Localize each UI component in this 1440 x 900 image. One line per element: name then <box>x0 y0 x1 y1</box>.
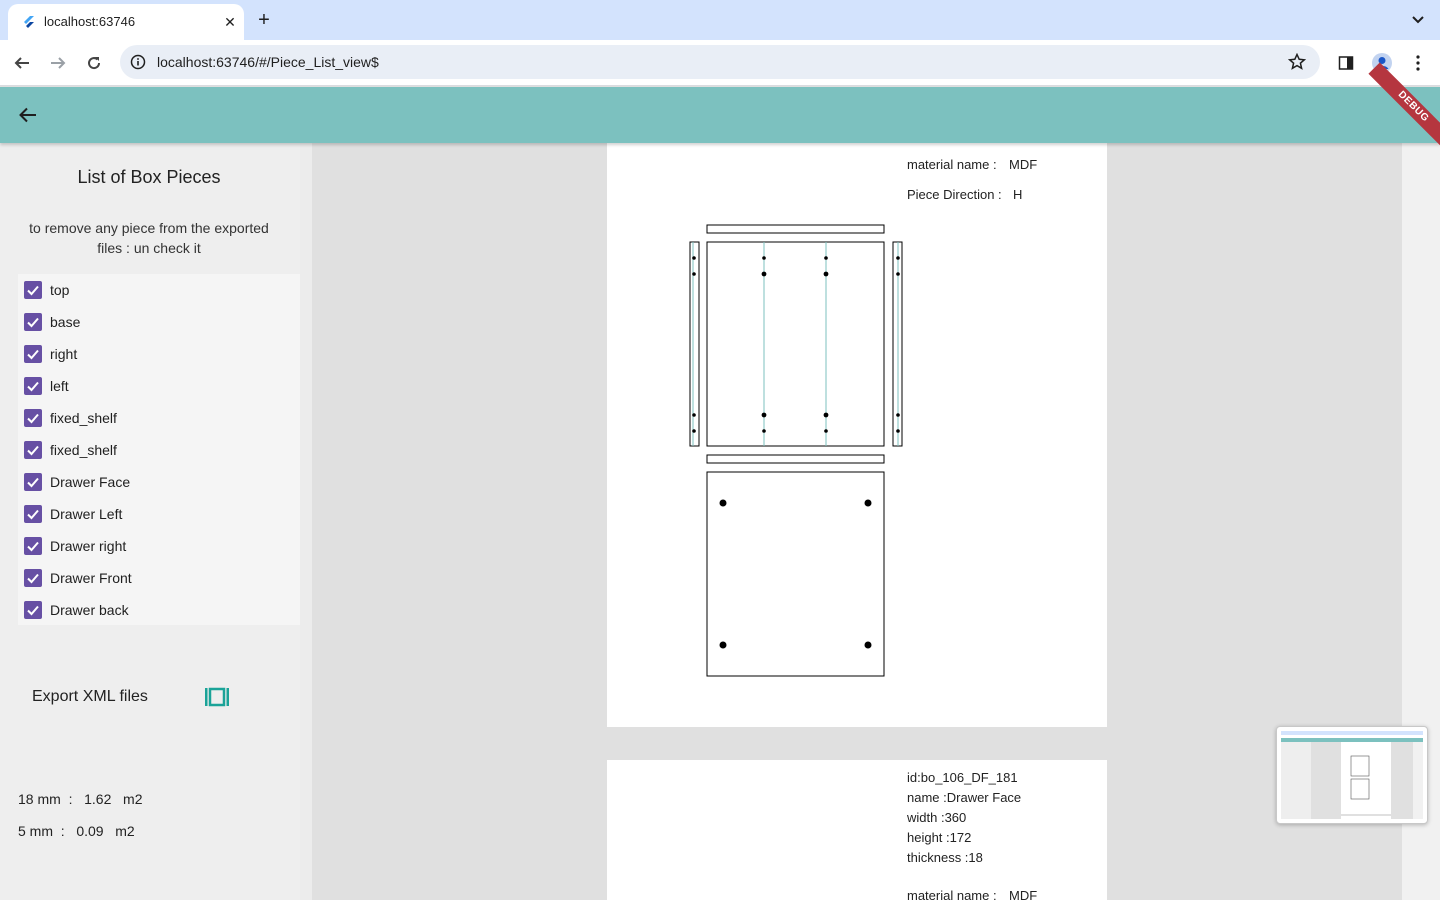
app-bar: DEBUG <box>0 62 1440 152</box>
checkbox-checked-icon[interactable] <box>24 473 42 491</box>
piece-item[interactable]: left <box>18 370 300 402</box>
site-info-icon[interactable] <box>130 54 146 70</box>
checkbox-checked-icon[interactable] <box>24 313 42 331</box>
sidebar-title: List of Box Pieces <box>77 167 221 187</box>
reload-icon[interactable] <box>82 51 106 75</box>
piece-label: Drawer Left <box>50 506 123 522</box>
sidebar: List of Box Pieces to remove any piece f… <box>0 143 300 900</box>
material-name-value: MDF <box>1009 888 1038 900</box>
back-arrow-icon[interactable] <box>16 103 40 127</box>
side-panel-icon[interactable] <box>1334 51 1358 75</box>
side-holes <box>692 256 900 433</box>
browser-toolbar: localhost:63746/#/Piece_List_view$ <box>0 40 1440 86</box>
box-piece-drawing <box>689 224 903 677</box>
piece-label: Drawer Face <box>50 474 131 490</box>
browser-tab[interactable]: localhost:63746 ✕ <box>8 4 244 40</box>
address-bar[interactable]: localhost:63746/#/Piece_List_view$ <box>120 45 1320 79</box>
stat-18mm: 18 mm : 1.62 m2 <box>18 791 143 807</box>
drawer-face-piece <box>706 471 885 677</box>
piece-list-view[interactable]: material name : MDF Piece Direction : H <box>312 143 1402 900</box>
piece-item[interactable]: base <box>18 306 300 338</box>
material-name-label: material name : <box>907 888 997 900</box>
piece-label: Drawer back <box>50 602 129 618</box>
piece-item[interactable]: fixed_shelf <box>18 402 300 434</box>
url-text: localhost:63746/#/Piece_List_view$ <box>157 54 379 70</box>
checkbox-checked-icon[interactable] <box>24 377 42 395</box>
piece-item[interactable]: Drawer back <box>18 594 300 626</box>
sidebar-hint: to remove any piece from the exported fi… <box>29 220 269 256</box>
browser-forward-icon[interactable] <box>46 51 70 75</box>
piece-label: fixed_shelf <box>50 410 117 426</box>
piece-label: base <box>50 314 81 330</box>
stat-5mm: 5 mm : 0.09 m2 <box>18 823 135 839</box>
checkbox-checked-icon[interactable] <box>24 281 42 299</box>
piece-width: width :360 <box>907 810 967 825</box>
preview-image <box>1281 731 1423 819</box>
flutter-icon <box>24 16 34 28</box>
piece-item[interactable]: Drawer Face <box>18 466 300 498</box>
checkbox-checked-icon[interactable] <box>24 505 42 523</box>
piece-id: id:bo_106_DF_181 <box>907 770 1018 785</box>
sidebar-divider <box>300 143 312 900</box>
piece-label: Drawer Front <box>50 570 132 586</box>
checkbox-checked-icon[interactable] <box>24 441 42 459</box>
checkbox-checked-icon[interactable] <box>24 601 42 619</box>
checkbox-checked-icon[interactable] <box>24 409 42 427</box>
export-label: Export XML files <box>32 688 148 705</box>
piece-label: left <box>50 378 69 394</box>
piece-item[interactable]: right <box>18 338 300 370</box>
piece-label: right <box>50 346 78 362</box>
new-tab-icon[interactable]: + <box>252 8 276 32</box>
top-piece <box>706 224 885 234</box>
page-preview-thumbnail[interactable] <box>1276 726 1428 824</box>
piece-name: name :Drawer Face <box>907 790 1022 805</box>
export-xml-button[interactable]: Export XML files <box>32 684 242 710</box>
piece-label: fixed_shelf <box>50 442 117 458</box>
piece-item[interactable]: Drawer Left <box>18 498 300 530</box>
piece-card: material name : MDF Piece Direction : H <box>607 143 1107 727</box>
piece-thickness: thickness :18 <box>907 850 983 865</box>
piece-card: id:bo_106_DF_181 name :Drawer Face width… <box>607 760 1107 900</box>
export-xml-icon[interactable] <box>204 687 230 707</box>
tab-title: localhost:63746 <box>44 14 136 29</box>
tab-close-icon[interactable]: ✕ <box>220 12 240 32</box>
browser-menu-icon[interactable] <box>1406 51 1430 75</box>
drawer-face-holes <box>719 499 872 649</box>
browser-tab-strip: localhost:63746 ✕ + <box>0 0 1440 40</box>
checkbox-checked-icon[interactable] <box>24 345 42 363</box>
piece-height: height :172 <box>907 830 972 845</box>
piece-item[interactable]: Drawer right <box>18 530 300 562</box>
tab-search-icon[interactable] <box>1406 8 1430 32</box>
base-piece <box>706 454 885 464</box>
piece-item[interactable]: Drawer Front <box>18 562 300 594</box>
checkbox-checked-icon[interactable] <box>24 569 42 587</box>
back-piece <box>706 241 885 447</box>
browser-back-icon[interactable] <box>10 51 34 75</box>
bookmark-star-icon[interactable] <box>1288 53 1306 71</box>
checkbox-checked-icon[interactable] <box>24 537 42 555</box>
piece-list: top base right left fixed_shelf fixed_sh… <box>18 274 300 625</box>
piece-item[interactable]: top <box>18 274 300 306</box>
piece-label: top <box>50 282 70 298</box>
piece-item[interactable]: fixed_shelf <box>18 434 300 466</box>
piece-label: Drawer right <box>50 538 127 554</box>
back-holes <box>761 256 829 433</box>
